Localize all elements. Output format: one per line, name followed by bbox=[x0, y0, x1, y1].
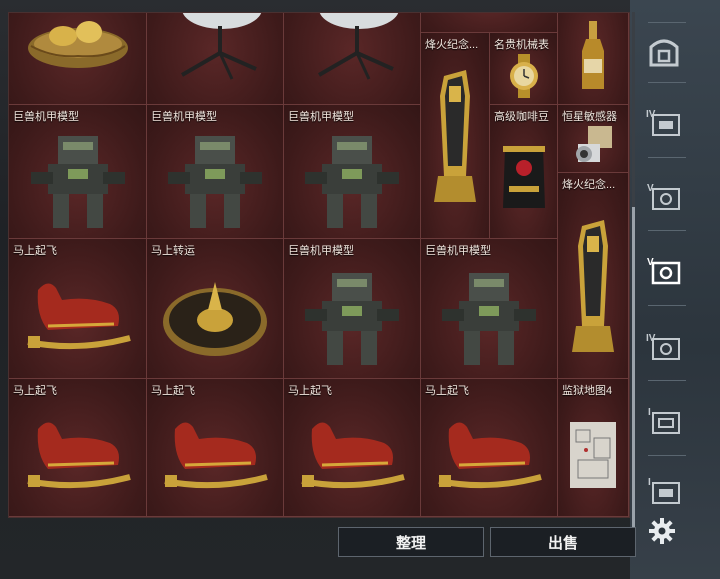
safe-box-icon bbox=[649, 39, 679, 67]
sell-button[interactable]: 出售 bbox=[490, 527, 636, 557]
mech-model-image bbox=[284, 119, 420, 238]
mech-model-image bbox=[9, 119, 146, 238]
mech-model-image bbox=[421, 253, 557, 378]
item-cell[interactable]: 马上起飞 bbox=[9, 239, 147, 379]
tab-case-iv[interactable]: IV bbox=[642, 102, 686, 142]
mech-model-image bbox=[147, 119, 283, 238]
item-cell[interactable]: 恒星敏感器 bbox=[558, 105, 629, 173]
tab-divider bbox=[648, 157, 686, 158]
star-sensor-image bbox=[558, 119, 628, 172]
tab-divider bbox=[648, 305, 686, 306]
rocking-horse-image bbox=[284, 391, 420, 516]
case-v-icon: V bbox=[647, 183, 680, 210]
organize-button[interactable]: 整理 bbox=[338, 527, 484, 557]
beacon-trophy-image bbox=[558, 193, 628, 378]
item-cell[interactable]: 巨兽机甲模型 bbox=[284, 239, 421, 379]
settings-button[interactable] bbox=[648, 517, 676, 545]
item-cell[interactable] bbox=[558, 13, 629, 105]
item-cell[interactable]: 马上转运 bbox=[147, 239, 284, 379]
item-cell[interactable]: 巨兽机甲模型 bbox=[421, 239, 558, 379]
liquor-bottle-image bbox=[558, 13, 628, 104]
item-cell[interactable]: 烽火纪念... bbox=[558, 173, 629, 379]
item-cell[interactable]: 马上起飞 bbox=[284, 379, 421, 517]
item-cell[interactable]: 巨兽机甲模型 bbox=[9, 105, 147, 239]
tab-case-iv[interactable]: IV bbox=[642, 326, 686, 366]
tab-divider bbox=[648, 380, 686, 381]
rocking-horse-image bbox=[9, 251, 146, 378]
case-iv-icon: IV bbox=[646, 333, 680, 360]
tab-case-v-selected[interactable]: V bbox=[642, 250, 686, 290]
item-label: 烽火纪念... bbox=[562, 179, 616, 191]
tab-case-i[interactable]: I bbox=[642, 400, 686, 440]
satellite-dish-image bbox=[284, 13, 420, 104]
item-cell[interactable]: 马上起飞 bbox=[421, 379, 558, 517]
item-cell[interactable]: 马上起飞 bbox=[9, 379, 147, 517]
satellite-dish-image bbox=[147, 13, 283, 104]
item-cell[interactable]: 名贵机械表 bbox=[490, 33, 558, 105]
luxury-watch-image bbox=[490, 47, 557, 104]
tab-case-i[interactable]: I bbox=[642, 470, 686, 510]
item-cell[interactable] bbox=[9, 13, 147, 105]
item-cell[interactable]: 马上起飞 bbox=[147, 379, 284, 517]
case-i-icon: I bbox=[648, 407, 680, 434]
item-cell[interactable]: 监狱地图4 bbox=[558, 379, 629, 517]
gear-icon bbox=[649, 518, 675, 544]
rocking-horse-image bbox=[9, 391, 146, 516]
item-cell[interactable]: 巨兽机甲模型 bbox=[147, 105, 284, 239]
scrollbar-thumb[interactable] bbox=[632, 207, 635, 527]
tab-divider bbox=[648, 82, 686, 83]
svg-text:I: I bbox=[648, 477, 651, 488]
fortune-wheel-image bbox=[147, 251, 283, 378]
inventory-grid: 烽火纪念... 名贵机械表 巨兽机甲模型 巨兽机甲模型 巨兽机甲模型 高级咖啡豆… bbox=[8, 12, 630, 518]
tab-divider bbox=[648, 230, 686, 231]
case-i-icon: I bbox=[648, 477, 680, 504]
svg-text:I: I bbox=[648, 407, 651, 418]
inventory-scrollbar[interactable] bbox=[632, 12, 635, 527]
item-cell[interactable] bbox=[421, 13, 558, 33]
item-cell[interactable]: 巨兽机甲模型 bbox=[284, 105, 421, 239]
item-cell[interactable] bbox=[147, 13, 284, 105]
tab-safe-box[interactable] bbox=[642, 32, 686, 72]
rocking-horse-image bbox=[147, 391, 283, 516]
mech-model-image bbox=[284, 253, 420, 378]
tab-case-v[interactable]: V bbox=[642, 176, 686, 216]
case-v-selected-icon: V bbox=[647, 257, 681, 285]
coffee-bean-bag-image bbox=[490, 115, 557, 238]
beacon-trophy-image bbox=[421, 33, 489, 238]
item-cell[interactable]: 烽火纪念... bbox=[421, 33, 490, 239]
rocking-horse-image bbox=[421, 391, 557, 516]
item-cell[interactable] bbox=[284, 13, 421, 105]
item-cell[interactable]: 高级咖啡豆 bbox=[490, 105, 558, 239]
tab-divider bbox=[648, 22, 686, 23]
tab-divider bbox=[648, 455, 686, 456]
prison-map-image bbox=[558, 393, 628, 516]
case-iv-icon: IV bbox=[646, 109, 680, 136]
golden-egg-nest-image bbox=[9, 13, 146, 104]
